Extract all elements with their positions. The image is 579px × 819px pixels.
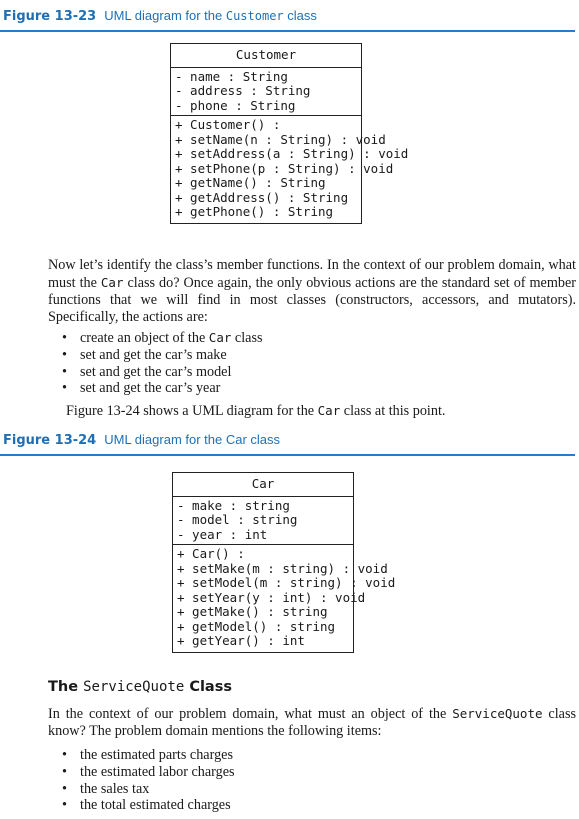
uml-operation: + setMake(m : string) : void xyxy=(177,560,388,576)
inline-code: Car xyxy=(208,330,232,345)
list-item: • the total estimated charges xyxy=(62,797,235,814)
list-item-text: set and get the car’s make xyxy=(80,346,227,363)
list-item: • set and get the car’s model xyxy=(62,364,263,381)
uml-operation: + getName() : String xyxy=(175,175,326,190)
figure-rule xyxy=(0,30,575,32)
list-item: • the estimated parts charges xyxy=(62,747,235,764)
uml-operations: + Customer() : + setName(n : String) : v… xyxy=(171,116,409,223)
paragraph-figure-reference: Figure 13-24 shows a UML diagram for the… xyxy=(66,402,579,420)
uml-operation: + setPhone(p : String) : void xyxy=(175,160,394,176)
uml-attribute: - year : int xyxy=(177,526,268,542)
figure-13-23-title: Figure 13-23 UML diagram for the Customer… xyxy=(3,8,317,24)
uml-operation: + getMake() : string xyxy=(177,604,328,619)
list-item: • set and get the car’s year xyxy=(62,380,263,397)
paragraph-text: Figure 13-24 shows a UML diagram for the xyxy=(66,403,318,419)
list-item-text: create an object of the xyxy=(80,330,209,346)
uml-operation: + setName(n : String) : void xyxy=(175,131,386,147)
paragraph-text: In the context of our problem domain, wh… xyxy=(48,706,453,722)
figure-number: Figure 13-23 xyxy=(3,9,97,24)
uml-class-name: Customer xyxy=(171,44,361,68)
list-item-text: the estimated parts charges xyxy=(80,747,233,763)
heading-text: Class xyxy=(184,679,232,695)
bullet-icon: • xyxy=(62,363,67,380)
bullet-icon: • xyxy=(62,380,67,397)
list-item: • set and get the car’s make xyxy=(62,347,263,364)
uml-attribute: - make : string xyxy=(177,497,290,513)
uml-class-car: Car - make : string - model : string - y… xyxy=(172,472,396,653)
uml-operation: + getYear() : int xyxy=(177,633,305,648)
paragraph-servicequote: In the context of our problem domain, wh… xyxy=(48,705,576,740)
bullet-icon: • xyxy=(62,747,67,763)
uml-attribute: - name : String xyxy=(175,68,288,84)
figure-caption: UML diagram for the Car class xyxy=(104,432,281,447)
bullet-icon: • xyxy=(62,780,67,797)
paragraph-member-functions: Now let’s identify the class’s member fu… xyxy=(48,257,576,326)
uml-attributes: - name : String - address : String - pho… xyxy=(171,68,361,116)
uml-operation: + Customer() : xyxy=(175,117,281,132)
uml-operation: + getModel() : string xyxy=(177,618,336,634)
list-item: • the sales tax xyxy=(62,781,235,798)
inline-code: Car xyxy=(100,275,124,290)
uml-class-customer: Customer - name : String - address : Str… xyxy=(170,43,409,224)
uml-operation: + setYear(y : int) : void xyxy=(177,589,366,605)
inline-code: Car xyxy=(317,403,341,418)
list-item-text: the estimated labor charges xyxy=(80,763,235,780)
servicequote-items-list: • the estimated parts charges • the estima… xyxy=(62,747,235,814)
uml-class-name: Car xyxy=(173,473,353,497)
figure-caption-code: Customer xyxy=(225,9,284,23)
figure-number: Figure 13-24 xyxy=(3,433,97,448)
heading-text: The xyxy=(48,679,84,695)
uml-attribute: - model : string xyxy=(177,512,298,527)
list-item-text: class xyxy=(231,330,263,346)
inline-code: ServiceQuote xyxy=(452,706,543,721)
actions-list: • create an object of the Car class • set … xyxy=(62,330,263,397)
uml-operations: + Car() : + setMake(m : string) : void +… xyxy=(173,545,396,652)
list-item: • create an object of the Car class xyxy=(62,330,263,347)
uml-operation: + getAddress() : String xyxy=(175,189,349,205)
bullet-icon: • xyxy=(62,797,67,814)
paragraph-text: class do? Once again, the only obvious a… xyxy=(48,275,576,325)
figure-13-24-title: Figure 13-24 UML diagram for the Car clas… xyxy=(3,432,280,448)
list-item: • the estimated labor charges xyxy=(62,764,235,781)
list-item-text: set and get the car’s model xyxy=(80,363,232,380)
uml-attribute: - phone : String xyxy=(175,97,296,113)
bullet-icon: • xyxy=(62,346,67,363)
list-item-text: the sales tax xyxy=(80,780,150,797)
list-item-text: the total estimated charges xyxy=(80,797,231,814)
figure-caption-prefix: UML diagram for the xyxy=(104,8,226,23)
list-item-text: set and get the car’s year xyxy=(80,380,221,397)
figure-caption-suffix: class xyxy=(283,8,317,23)
uml-operation: + Car() : xyxy=(177,546,245,561)
uml-operation: + getPhone() : String xyxy=(175,204,334,219)
uml-attributes: - make : string - model : string - year … xyxy=(173,497,353,545)
bullet-icon: • xyxy=(62,330,67,346)
bullet-icon: • xyxy=(62,763,67,780)
section-heading: The ServiceQuote Class xyxy=(48,679,232,695)
uml-operation: + setAddress(a : String) : void xyxy=(175,146,409,161)
uml-operation: + setModel(m : string) : void xyxy=(177,575,396,590)
heading-code: ServiceQuote xyxy=(83,679,185,695)
figure-rule xyxy=(0,454,575,456)
paragraph-text: class at this point. xyxy=(340,403,446,419)
uml-attribute: - address : String xyxy=(175,83,311,98)
